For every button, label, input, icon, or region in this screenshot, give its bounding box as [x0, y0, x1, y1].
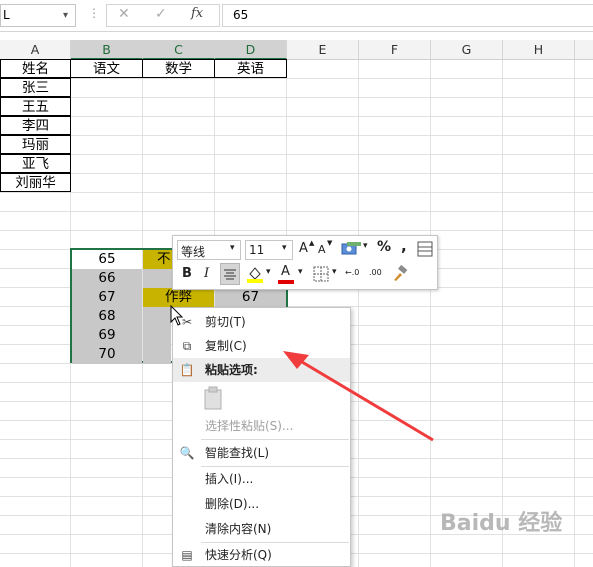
clipboard-icon	[204, 386, 222, 410]
cell-d-value[interactable]: 67	[215, 288, 286, 307]
column-header-bar: A B C D E F G H	[0, 40, 593, 60]
formula-input[interactable]: 65	[222, 4, 593, 27]
font-size-select[interactable]: 11 ▾	[245, 240, 293, 260]
cell-d1[interactable]: 英语	[214, 59, 287, 78]
enter-icon[interactable]: ✓	[155, 6, 167, 22]
borders-icon[interactable]	[313, 266, 329, 282]
column-header-h[interactable]: H	[503, 40, 575, 60]
menu-item-cut[interactable]: ✂ 剪切(T)	[173, 310, 350, 334]
watermark: Baidu 经验	[440, 511, 563, 536]
cell-c[interactable]	[143, 307, 171, 326]
font-color-icon[interactable]: A	[281, 264, 290, 279]
name-box-value: L	[3, 8, 10, 22]
paste-option-button[interactable]	[203, 386, 227, 412]
menu-item-quick-analysis[interactable]: ▤ 快速分析(Q)	[173, 543, 350, 567]
menu-item-clear-contents[interactable]: 清除内容(N)	[173, 517, 350, 541]
cell-c[interactable]	[143, 345, 171, 364]
chevron-down-icon[interactable]: ▾	[332, 267, 337, 277]
column-header-f[interactable]: F	[359, 40, 431, 60]
chevron-down-icon: ▾	[230, 243, 235, 253]
cell-name[interactable]: 亚飞	[0, 154, 71, 173]
menu-item-delete[interactable]: 删除(D)...	[173, 492, 350, 516]
grow-font-icon[interactable]: A	[299, 241, 308, 256]
shrink-font-icon[interactable]: A	[318, 243, 326, 256]
cell-name[interactable]: 张三	[0, 78, 71, 97]
copy-icon: ⧉	[182, 339, 192, 353]
caret-down-icon: ▼	[327, 239, 333, 247]
cell-b-value[interactable]: 70	[72, 345, 142, 364]
cell-name[interactable]: 王五	[0, 97, 71, 116]
fill-color-icon[interactable]	[246, 265, 264, 283]
formula-bar: L ▾ ⋮ ✕ ✓ fx 65	[0, 0, 593, 32]
chevron-down-icon[interactable]: ▾	[266, 267, 271, 277]
chevron-down-icon[interactable]: ▾	[363, 241, 368, 251]
smart-lookup-icon: 🔍	[179, 446, 195, 460]
mouse-cursor-icon	[170, 305, 184, 326]
cell-b-value[interactable]: 68	[72, 307, 142, 326]
chevron-down-icon: ▾	[282, 243, 287, 253]
italic-icon[interactable]: I	[204, 266, 209, 281]
chevron-down-icon[interactable]: ▾	[298, 267, 303, 277]
bold-icon[interactable]: B	[182, 266, 192, 281]
cell-b-value[interactable]: 66	[72, 269, 142, 288]
insert-function-icon[interactable]: fx	[191, 6, 203, 21]
font-size-value: 11	[249, 243, 265, 257]
cell-b-value[interactable]: 65	[72, 250, 142, 269]
name-box[interactable]: L ▾	[0, 4, 76, 27]
more-icon: ⋮	[88, 6, 100, 20]
cell-b-value[interactable]: 69	[72, 326, 142, 345]
cell-name[interactable]: 李四	[0, 116, 71, 135]
column-header-a[interactable]: A	[0, 40, 71, 60]
align-center-icon	[224, 269, 236, 280]
cancel-icon[interactable]: ✕	[118, 6, 130, 22]
cell-c1[interactable]: 数学	[142, 59, 215, 78]
cell-b1[interactable]: 语文	[70, 59, 143, 78]
format-painter-icon[interactable]	[391, 265, 409, 283]
align-center-button[interactable]	[220, 263, 240, 285]
cell-a1[interactable]: 姓名	[0, 59, 71, 78]
merge-center-icon[interactable]	[417, 241, 433, 257]
decrease-decimal-icon[interactable]: .00	[369, 268, 382, 277]
font-color-swatch	[278, 280, 294, 284]
font-name: 等线	[181, 245, 206, 259]
formula-value: 65	[233, 8, 249, 22]
column-header-g[interactable]: G	[431, 40, 503, 60]
increase-decimal-icon[interactable]: ←.0	[345, 268, 359, 277]
cell-c[interactable]	[143, 326, 171, 345]
paste-icon: 📋	[179, 363, 195, 377]
menu-item-insert[interactable]: 插入(I)...	[173, 467, 350, 491]
font-select[interactable]: 等线 ▾	[177, 240, 241, 260]
mini-toolbar: 等线 ▾ 11 ▾ A ▲ A ▼ ▾ % , B I ▾ A ▾ ▾ ←.0 …	[172, 235, 438, 290]
chevron-down-icon[interactable]: ▾	[63, 10, 68, 21]
column-header-d[interactable]: D	[215, 40, 287, 60]
annotation-arrow	[283, 351, 434, 442]
cell-name[interactable]: 刘丽华	[0, 173, 71, 192]
column-header-c[interactable]: C	[143, 40, 215, 60]
quick-analysis-icon: ▤	[181, 548, 193, 562]
column-header-b[interactable]: B	[71, 40, 143, 60]
cell-name[interactable]: 玛丽	[0, 135, 71, 154]
percent-icon[interactable]: %	[377, 239, 391, 255]
caret-up-icon: ▲	[309, 239, 315, 247]
column-header-e[interactable]: E	[287, 40, 359, 60]
comma-style-icon[interactable]: ,	[401, 237, 407, 255]
number-format-icon[interactable]	[341, 241, 361, 257]
cell-b-value[interactable]: 67	[72, 288, 142, 307]
